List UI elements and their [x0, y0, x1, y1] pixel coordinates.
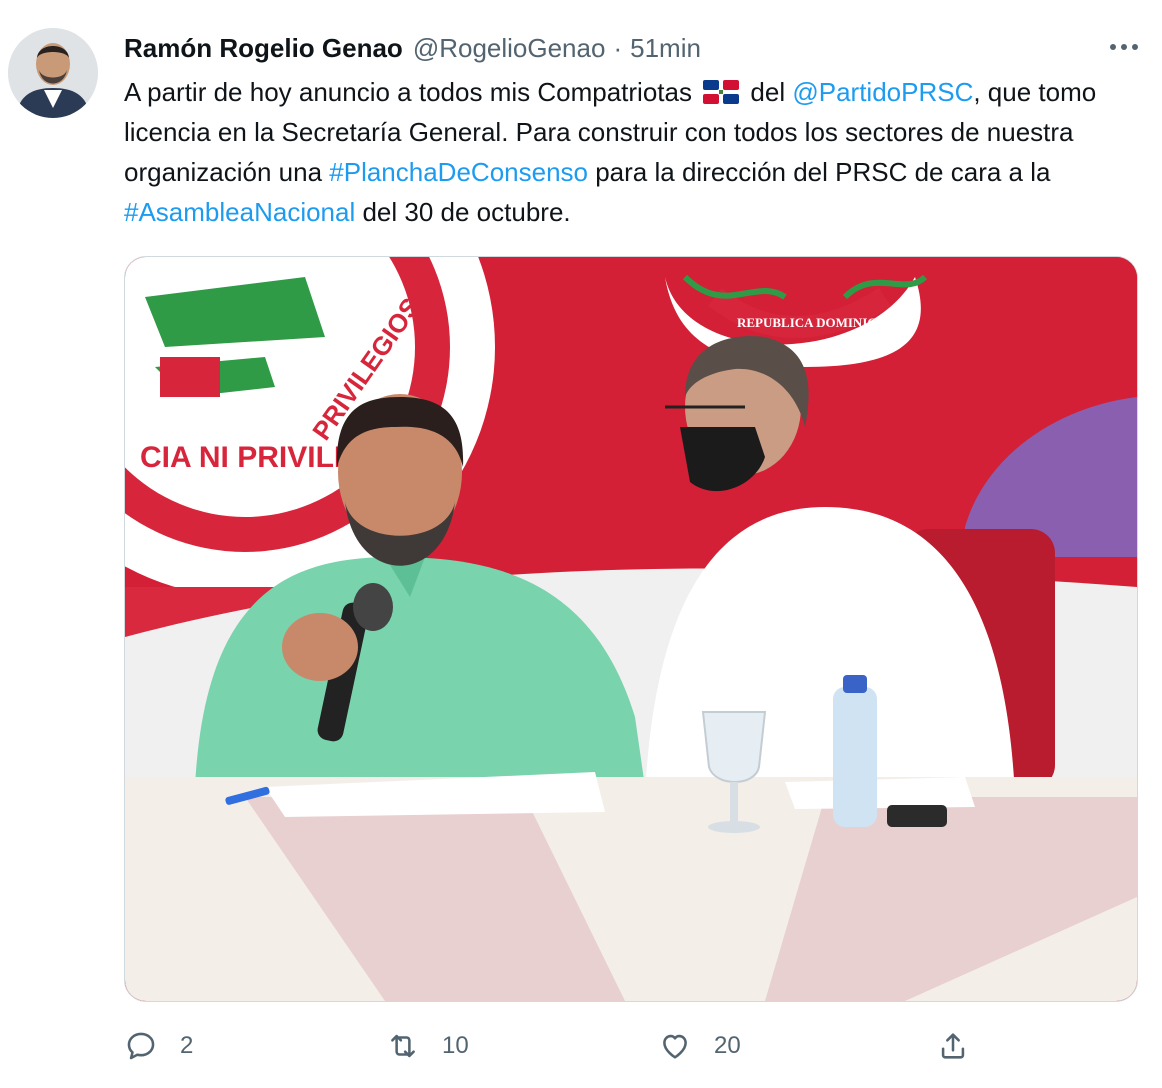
- reply-icon: [127, 1032, 155, 1060]
- more-icon[interactable]: [1104, 34, 1144, 60]
- retweet-icon: [391, 1034, 415, 1058]
- mention-link[interactable]: @PartidoPRSC: [792, 77, 973, 107]
- retweet-button[interactable]: 10: [386, 1022, 469, 1070]
- separator: ·: [613, 33, 623, 63]
- tweet-photo[interactable]: CIA NI PRIVILEGIOS PRIVILEGIOS REPUBLICA…: [124, 256, 1138, 1002]
- like-button[interactable]: 20: [658, 1022, 741, 1070]
- text-part: para la dirección del PRSC de cara a la: [588, 157, 1051, 187]
- flag-do-icon: [703, 80, 740, 104]
- text-part: del 30 de octubre.: [355, 197, 571, 227]
- text-part: A partir de hoy anuncio a todos mis Comp…: [124, 77, 700, 107]
- retweet-count: 10: [442, 1032, 469, 1059]
- avatar[interactable]: [8, 28, 98, 118]
- timestamp[interactable]: 51min: [630, 30, 701, 66]
- tweet-text: A partir de hoy anuncio a todos mis Comp…: [124, 72, 1134, 232]
- text-part: del: [743, 77, 793, 107]
- share-icon: [941, 1033, 965, 1059]
- hashtag-link[interactable]: #PlanchaDeConsenso: [329, 157, 588, 187]
- avatar-image: [8, 28, 98, 118]
- hashtag-link[interactable]: #AsambleaNacional: [124, 197, 355, 227]
- author-handle[interactable]: @RogelioGenao: [413, 30, 606, 66]
- share-button[interactable]: [936, 1022, 970, 1070]
- reply-button[interactable]: 2: [124, 1022, 193, 1070]
- like-count: 20: [714, 1032, 741, 1059]
- action-bar: 2 10 20: [124, 1022, 1136, 1070]
- banner-text: REPUBLICA DOMINICANA: [737, 315, 906, 330]
- like-icon: [663, 1034, 687, 1059]
- tweet-header: Ramón Rogelio Genao @RogelioGenao · 51mi…: [124, 30, 701, 66]
- tweet-card[interactable]: Ramón Rogelio Genao @RogelioGenao · 51mi…: [0, 0, 1162, 1088]
- author-name[interactable]: Ramón Rogelio Genao: [124, 30, 403, 66]
- reply-count: 2: [180, 1032, 194, 1059]
